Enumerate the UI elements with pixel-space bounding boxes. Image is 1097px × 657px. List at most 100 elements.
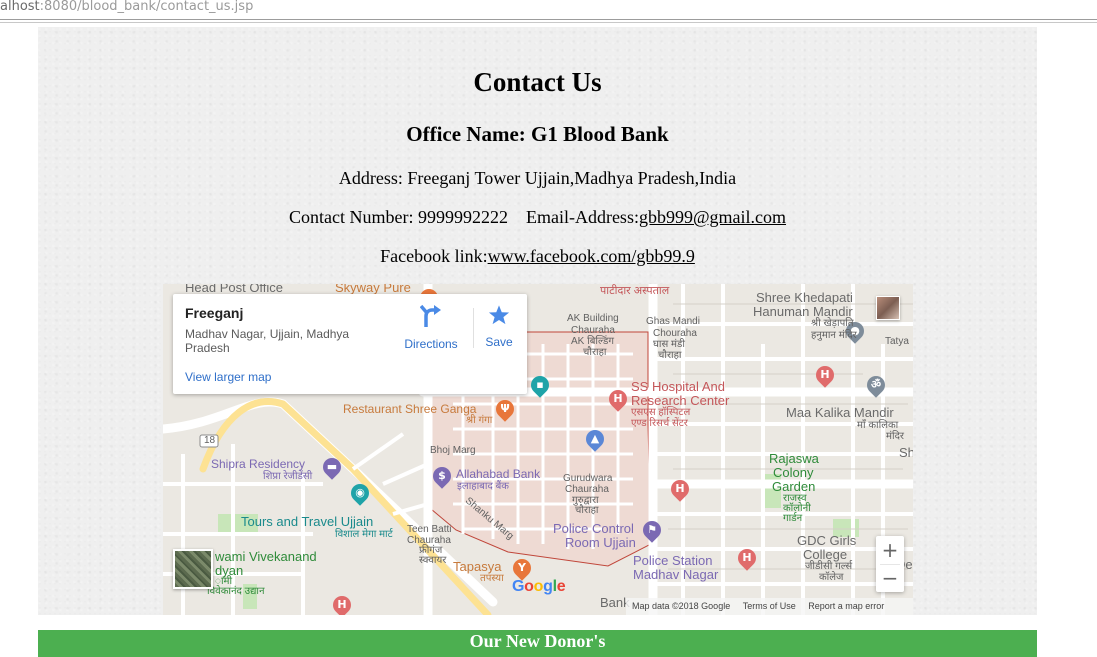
address-bar-divider <box>0 19 1097 20</box>
map-label-gdc-hindi: जीडीसी गर्ल्स <box>805 561 853 572</box>
map-label-tapasya-hindi: तपस्या <box>480 573 504 584</box>
map-label-teen-batti: Teen Batti <box>407 524 452 535</box>
directions-icon <box>419 304 441 327</box>
map-label-garden-hindi: गार्डन <box>783 513 803 524</box>
police-pin[interactable]: ⚑ <box>639 517 665 543</box>
map-label-gdc-hindi2: कॉलेज <box>819 572 844 583</box>
map-label-maa-hindi2: मंदिर <box>886 431 904 442</box>
map-label-teen-hindi2: स्क्वायर <box>419 555 447 566</box>
map-label-ak-hindi: AK बिल्डिंग <box>571 336 614 347</box>
map-label-vivek-hindi2: विवेकानंद उद्यान <box>207 586 265 597</box>
map-label-shi: Shi <box>899 445 913 460</box>
page-title: Contact Us <box>473 67 602 97</box>
map-label-police-control: Police Control <box>553 521 634 536</box>
map-label-ss-hospital: SS Hospital And <box>631 379 725 394</box>
map-label-tatya: Tatya <box>885 336 909 347</box>
card-divider <box>473 308 474 348</box>
map-label-ghas: Ghas Mandi <box>646 316 700 327</box>
route-shield-label: 18 <box>204 435 216 446</box>
map-label-ss-hindi2: एण्ड रिसर्च सेंटर <box>631 418 688 429</box>
map-label-bhoj-marg: Bhoj Marg <box>430 445 476 456</box>
tours-pin[interactable]: ◉ <box>347 480 373 506</box>
map-label-ak-chauraha: Chauraha <box>571 325 615 336</box>
map-attribution: Map data ©2018 Google Terms of Use Repor… <box>626 598 913 615</box>
map-label-allahabad-hindi: इलाहाबाद बैंक <box>457 481 509 492</box>
office-address: Address: Freeganj Tower Ujjain,Madhya Pr… <box>338 168 737 188</box>
om-pin[interactable]: ॐ <box>863 372 889 398</box>
map-label-hanuman-hindi: हनुमान मंदिर <box>811 330 857 341</box>
shipra-residency-pin[interactable]: ▬ <box>319 454 345 480</box>
map-label-tours-hindi: विशाल मेगा मार्ट <box>335 529 393 540</box>
hospital-pin-east[interactable]: H <box>812 362 838 388</box>
restaurant-pin[interactable]: Ψ <box>492 396 518 422</box>
map-label-police-room: Room Ujjain <box>565 535 636 550</box>
map-label-ganga-hindi: श्री गंगा <box>466 415 493 426</box>
browser-address-bar[interactable]: alhost:8080/blood_bank/contact_us.jsp <box>0 0 1097 23</box>
map-label-maa-kalika: Maa Kalika Mandir <box>786 405 894 420</box>
map-label-shipra-hindi: शिप्रा रेजीडेंसी <box>263 471 313 482</box>
map-label-colony: Colony <box>773 465 814 480</box>
tapasya-pin[interactable]: Y <box>509 555 535 581</box>
save-button[interactable]: Save <box>479 304 519 349</box>
map-label-khedapati: Shree Khedapati <box>756 290 853 305</box>
allahabad-bank-pin[interactable]: $ <box>429 463 455 489</box>
hospital-pin-south[interactable]: H <box>734 545 760 571</box>
map-label-patidar: पाटीदार अस्पताल <box>600 285 670 297</box>
map-label-madhav-nagar: Madhav Nagar <box>633 567 719 582</box>
satellite-toggle[interactable] <box>173 549 213 589</box>
star-icon <box>488 305 510 325</box>
map-label-shipra: Shipra Residency <box>211 457 306 471</box>
zoom-out-button[interactable]: − <box>876 564 904 592</box>
map-label-allahabad: Allahabad Bank <box>456 467 541 481</box>
map-label-tapasya: Tapasya <box>453 559 502 574</box>
map-label-restaurant: Restaurant Shree Ganga <box>343 402 477 416</box>
place-name: Freeganj <box>185 305 244 321</box>
view-larger-map-link[interactable]: View larger map <box>185 370 271 384</box>
directions-label: Directions <box>404 337 458 351</box>
report-map-error-link[interactable]: Report a map error <box>808 601 884 611</box>
map-label-tours: Tours and Travel Ujjain <box>241 514 374 529</box>
zoom-divider <box>880 564 900 565</box>
terms-of-use-link[interactable]: Terms of Use <box>743 601 796 611</box>
map-label-college: College <box>803 547 848 562</box>
facebook-link[interactable]: www.facebook.com/gbb99.9 <box>488 246 695 266</box>
map-label-ss-research: Research Center <box>631 393 730 408</box>
atm-pin[interactable]: ▪ <box>527 372 553 398</box>
map-label-vivekanand: wami Vivekanand <box>215 549 317 564</box>
map-label-ghas-hindi: घास मंडी <box>653 339 685 350</box>
url-text[interactable]: alhost:8080/blood_bank/contact_us.jsp <box>0 0 253 14</box>
directions-button[interactable]: Directions <box>401 304 461 351</box>
hospital-pin-center[interactable]: H <box>667 476 693 502</box>
hospital-pin-sw[interactable]: H <box>329 592 355 615</box>
map-label-khedapati-hindi: श्री खेड़ापति <box>811 318 854 329</box>
map-info-card: Freeganj Madhav Nagar, Ujjain, Madhya Pr… <box>173 294 527 394</box>
map-label-gurudwara-chauraha: Chauraha <box>565 484 609 495</box>
map-label-ak-building: AK Building <box>567 313 619 324</box>
map-data-credit: Map data ©2018 Google <box>632 601 731 611</box>
zoom-controls: + − <box>876 536 904 592</box>
facebook-label: Facebook link: <box>380 246 488 266</box>
street-view-thumbnail[interactable] <box>876 296 900 320</box>
address-bar-divider-lower <box>0 22 1097 23</box>
google-logo: Google <box>512 578 566 595</box>
office-name: Office Name: G1 Blood Bank <box>406 122 669 146</box>
contact-number: Contact Number: 9999992222 <box>288 207 508 227</box>
ss-hospital-pin[interactable]: H <box>605 386 631 412</box>
map-label-ghas-chouraha: Chouraha <box>653 328 697 339</box>
map-label-ak-hindi2: चौराहा <box>583 347 607 358</box>
place-address: Madhav Nagar, Ujjain, Madhya Pradesh <box>185 327 350 355</box>
bank-pin[interactable]: ▲ <box>582 426 608 452</box>
contact-line: Contact Number: 9999992222 Email-Address:… <box>38 207 1037 228</box>
email-label: Email-Address: <box>525 207 639 227</box>
email-link[interactable]: gbb999@gmail.com <box>639 207 786 227</box>
map-label-rajaswa: Rajaswa <box>769 451 819 466</box>
embedded-map[interactable]: 18 ● ▪ Ψ H H ▲ $ ▬ ◉ H ⚑ H Y H ● ॐ Head … <box>163 284 913 615</box>
facebook-line: Facebook link:www.facebook.com/gbb99.9 <box>38 246 1037 267</box>
map-label-ghas-hindi2: चौराहा <box>658 350 682 361</box>
map-label-maa-hindi: माँ कालिका <box>857 420 899 431</box>
map-label-gurudwara-hindi2: चौराहा <box>575 505 599 516</box>
map-label-ss-hindi: एसएस हॉस्पिटल <box>631 407 691 418</box>
zoom-in-button[interactable]: + <box>876 536 904 564</box>
new-donors-bar: Our New Donor's <box>38 630 1037 657</box>
map-label-police-station: Police Station <box>633 553 713 568</box>
